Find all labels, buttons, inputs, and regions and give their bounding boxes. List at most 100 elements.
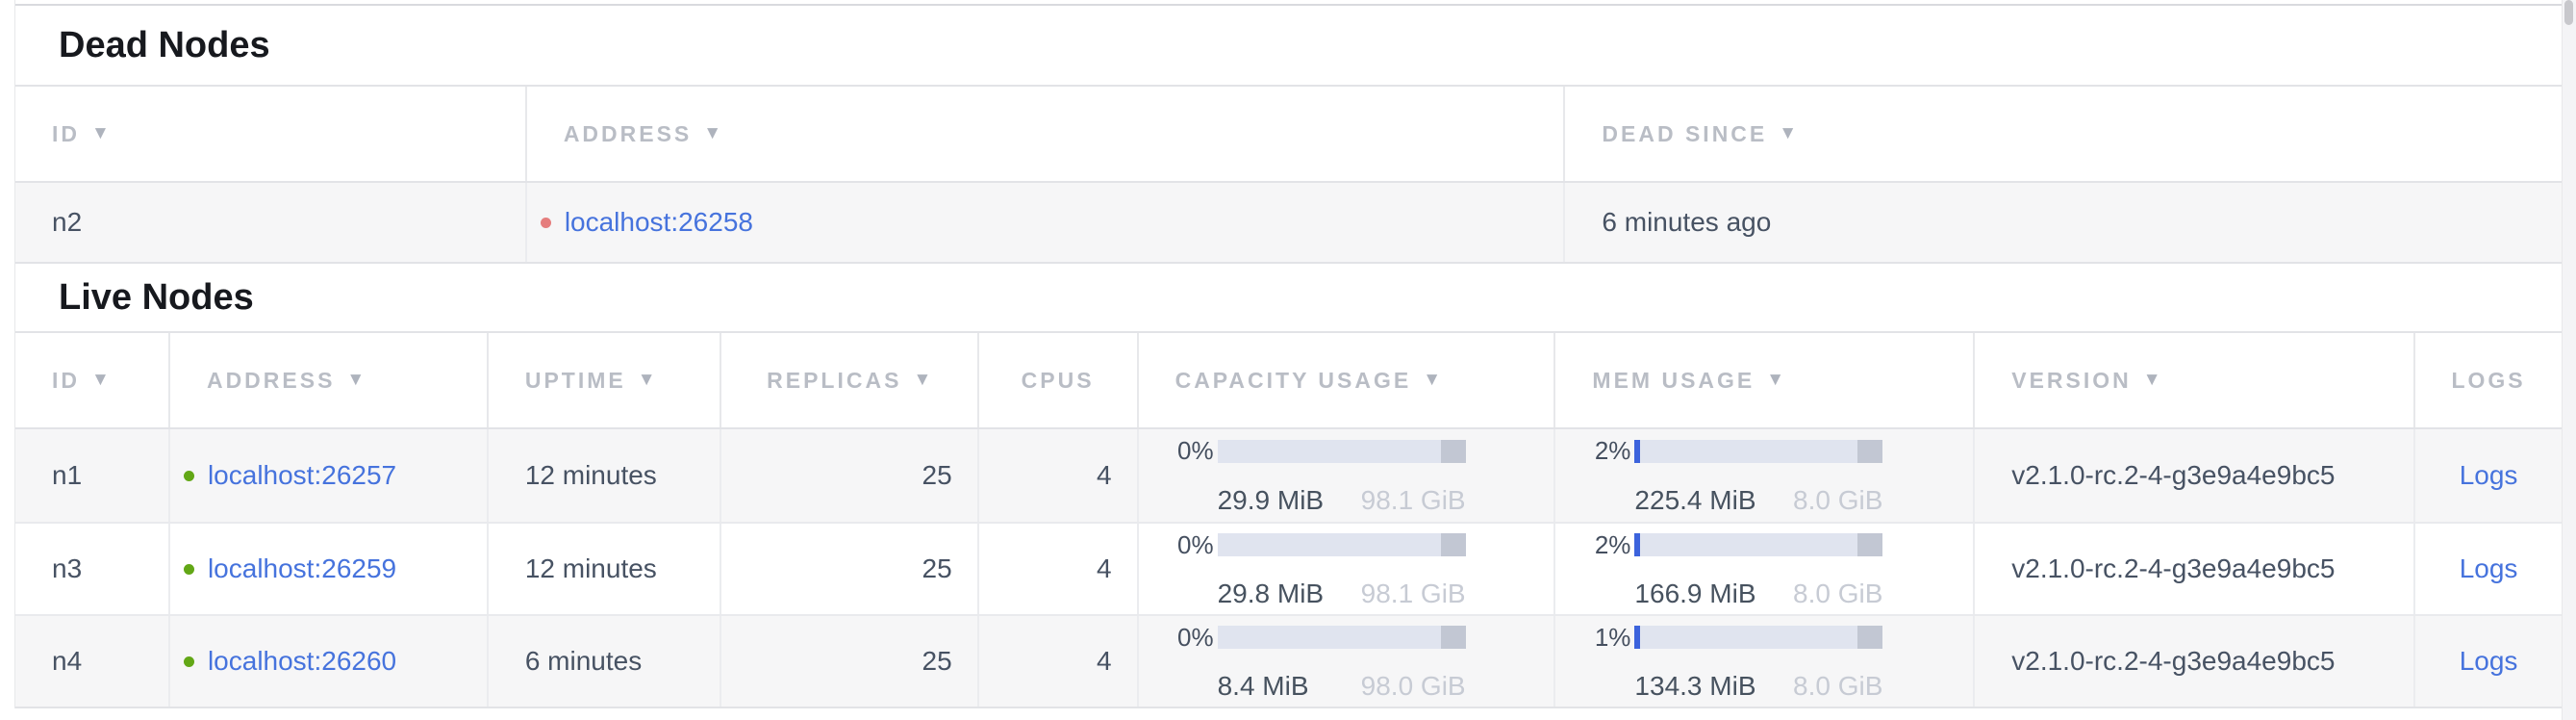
capacity-used-value: 29.8 MiB xyxy=(1218,579,1325,608)
mem-usage-cell: 1% 134.3 MiB 8.0 GiB xyxy=(1553,616,1973,707)
capacity-bar-end-segment xyxy=(1441,533,1466,556)
sort-desc-icon: ▼ xyxy=(346,370,365,391)
mem-total-value: 8.0 GiB xyxy=(1793,579,1882,608)
node-logs-cell: Logs xyxy=(2413,429,2562,522)
mem-usage-bar xyxy=(1634,626,1882,649)
node-id-cell: n1 xyxy=(15,429,168,522)
logs-link[interactable]: Logs xyxy=(2460,646,2518,677)
mem-percent-label: 1% xyxy=(1577,623,1634,653)
capacity-percent-label: 0% xyxy=(1160,623,1218,653)
node-address-link[interactable]: localhost:26257 xyxy=(208,460,396,491)
node-address-link[interactable]: localhost:26258 xyxy=(565,207,753,238)
node-address-link[interactable]: localhost:26259 xyxy=(208,553,396,584)
live-node-status-dot xyxy=(184,471,194,481)
capacity-usage-bar xyxy=(1218,626,1466,649)
node-cpus-cell: 4 xyxy=(977,429,1137,522)
dead-header-id[interactable]: ID ▼ xyxy=(15,87,525,181)
capacity-bar-end-segment xyxy=(1441,440,1466,463)
capacity-total-value: 98.0 GiB xyxy=(1361,672,1466,701)
live-header-cpus: CPUS xyxy=(977,333,1137,427)
capacity-usage-bar xyxy=(1218,533,1466,556)
node-version-cell: v2.1.0-rc.2-4-g3e9a4e9bc5 xyxy=(1973,429,2413,522)
node-address-cell: localhost:26258 xyxy=(525,183,1564,262)
mem-used-fill xyxy=(1634,626,1640,649)
live-node-row: n1 localhost:26257 12 minutes 25 4 0% 29… xyxy=(15,429,2562,522)
sort-desc-icon: ▼ xyxy=(1779,123,1797,144)
capacity-usage-cell: 0% 29.9 MiB 98.1 GiB xyxy=(1137,429,1554,522)
mem-used-fill xyxy=(1634,533,1640,556)
nodes-overview-page: Dead Nodes ID ▼ ADDRESS ▼ DEAD SINCE ▼ n… xyxy=(0,0,2576,720)
node-version-cell: v2.1.0-rc.2-4-g3e9a4e9bc5 xyxy=(1973,524,2413,614)
node-cpus-cell: 4 xyxy=(977,616,1137,707)
mem-usage-cell: 2% 225.4 MiB 8.0 GiB xyxy=(1553,429,1973,522)
mem-bar-end-segment xyxy=(1857,626,1882,649)
sort-desc-icon: ▼ xyxy=(1423,370,1441,391)
capacity-used-value: 8.4 MiB xyxy=(1218,672,1309,701)
node-version-cell: v2.1.0-rc.2-4-g3e9a4e9bc5 xyxy=(1973,616,2413,707)
mem-bar-end-segment xyxy=(1857,440,1882,463)
node-replicas-cell: 25 xyxy=(720,524,977,614)
dead-nodes-table: ID ▼ ADDRESS ▼ DEAD SINCE ▼ n2 localhost… xyxy=(15,85,2562,264)
mem-bar-end-segment xyxy=(1857,533,1882,556)
capacity-used-value: 29.9 MiB xyxy=(1218,486,1325,515)
dead-nodes-title: Dead Nodes xyxy=(15,25,270,66)
scrollbar-track[interactable] xyxy=(2562,0,2576,720)
dead-nodes-header-row: ID ▼ ADDRESS ▼ DEAD SINCE ▼ xyxy=(15,87,2562,183)
mem-usage-bar xyxy=(1634,533,1882,556)
live-header-id[interactable]: ID ▼ xyxy=(15,333,168,427)
capacity-percent-label: 0% xyxy=(1160,436,1218,466)
live-header-replicas[interactable]: REPLICAS ▼ xyxy=(720,333,977,427)
node-replicas-cell: 25 xyxy=(720,429,977,522)
live-node-status-dot xyxy=(184,564,194,575)
live-header-address[interactable]: ADDRESS ▼ xyxy=(168,333,487,427)
node-uptime-cell: 6 minutes xyxy=(487,616,720,707)
node-cpus-cell: 4 xyxy=(977,524,1137,614)
node-id-cell: n3 xyxy=(15,524,168,614)
sort-desc-icon: ▼ xyxy=(1766,370,1784,391)
mem-total-value: 8.0 GiB xyxy=(1793,486,1882,515)
live-header-capacity-usage[interactable]: CAPACITY USAGE ▼ xyxy=(1137,333,1554,427)
sort-desc-icon: ▼ xyxy=(2143,370,2161,391)
node-logs-cell: Logs xyxy=(2413,616,2562,707)
node-id-cell: n4 xyxy=(15,616,168,707)
sort-desc-icon: ▼ xyxy=(91,123,110,144)
live-header-logs: LOGS xyxy=(2413,333,2562,427)
sort-desc-icon: ▼ xyxy=(91,370,110,391)
mem-percent-label: 2% xyxy=(1577,436,1634,466)
dead-node-status-dot xyxy=(541,218,551,228)
sort-desc-icon: ▼ xyxy=(913,370,931,391)
content-panel: Dead Nodes ID ▼ ADDRESS ▼ DEAD SINCE ▼ n… xyxy=(14,0,2562,708)
live-node-row: n4 localhost:26260 6 minutes 25 4 0% 8.4… xyxy=(15,614,2562,707)
live-node-status-dot xyxy=(184,656,194,667)
sort-desc-icon: ▼ xyxy=(638,370,656,391)
mem-used-value: 166.9 MiB xyxy=(1634,579,1755,608)
mem-used-value: 134.3 MiB xyxy=(1634,672,1755,701)
dead-since-cell: 6 minutes ago xyxy=(1563,183,2562,262)
node-address-cell: localhost:26260 xyxy=(168,616,487,707)
node-id-cell: n2 xyxy=(15,183,525,262)
capacity-bar-end-segment xyxy=(1441,626,1466,649)
live-nodes-title: Live Nodes xyxy=(15,277,254,319)
logs-link[interactable]: Logs xyxy=(2460,553,2518,584)
live-nodes-table: ID ▼ ADDRESS ▼ UPTIME ▼ REPLICAS ▼ CPUS xyxy=(15,331,2562,708)
dead-header-dead-since[interactable]: DEAD SINCE ▼ xyxy=(1563,87,2562,181)
live-header-version[interactable]: VERSION ▼ xyxy=(1973,333,2413,427)
live-header-uptime[interactable]: UPTIME ▼ xyxy=(487,333,720,427)
node-logs-cell: Logs xyxy=(2413,524,2562,614)
dead-node-row: n2 localhost:26258 6 minutes ago xyxy=(15,183,2562,262)
live-nodes-header-row: ID ▼ ADDRESS ▼ UPTIME ▼ REPLICAS ▼ CPUS xyxy=(15,333,2562,429)
node-uptime-cell: 12 minutes xyxy=(487,429,720,522)
capacity-total-value: 98.1 GiB xyxy=(1361,579,1466,608)
node-address-link[interactable]: localhost:26260 xyxy=(208,646,396,677)
scrollbar-thumb[interactable] xyxy=(2564,0,2573,25)
live-header-mem-usage[interactable]: MEM USAGE ▼ xyxy=(1553,333,1973,427)
dead-header-address[interactable]: ADDRESS ▼ xyxy=(525,87,1564,181)
capacity-percent-label: 0% xyxy=(1160,530,1218,560)
sort-desc-icon: ▼ xyxy=(703,123,721,144)
live-node-row: n3 localhost:26259 12 minutes 25 4 0% 29… xyxy=(15,522,2562,614)
node-address-cell: localhost:26259 xyxy=(168,524,487,614)
node-address-cell: localhost:26257 xyxy=(168,429,487,522)
mem-used-value: 225.4 MiB xyxy=(1634,486,1755,515)
logs-link[interactable]: Logs xyxy=(2460,460,2518,491)
mem-used-fill xyxy=(1634,440,1640,463)
